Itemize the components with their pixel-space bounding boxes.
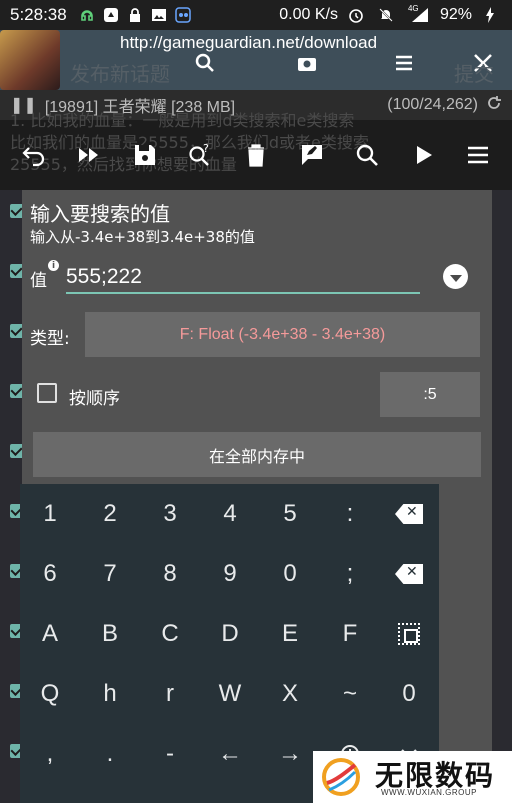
select-all-icon — [398, 623, 420, 645]
select-all-key[interactable] — [379, 604, 439, 664]
clear-icon — [395, 564, 423, 584]
image-icon — [151, 7, 167, 23]
key-x[interactable]: X — [260, 664, 320, 724]
key-comma[interactable]: , — [20, 724, 80, 784]
search-help-icon[interactable]: ? — [187, 142, 213, 168]
main-toolbar: ? — [0, 130, 512, 180]
status-bar: 5:28:38 0.00 K/s 4G 92% — [0, 0, 512, 30]
dialog-subtitle: 输入从-3.4e+38到3.4e+38的值 — [30, 228, 255, 246]
key-e[interactable]: E — [260, 604, 320, 664]
key-period[interactable]: . — [80, 724, 140, 784]
site-watermark: 无限数码 WWW.WUXIAN.GROUP — [313, 751, 512, 803]
key-6[interactable]: 6 — [20, 544, 80, 604]
backspace-key[interactable] — [379, 484, 439, 544]
clear-key[interactable] — [379, 544, 439, 604]
key-d[interactable]: D — [200, 604, 260, 664]
key-minus[interactable]: - — [140, 724, 200, 784]
edit-comment-icon[interactable] — [299, 142, 325, 168]
search-value-input[interactable] — [66, 262, 420, 294]
search-icon[interactable] — [354, 142, 380, 168]
key-colon[interactable]: : — [320, 484, 380, 544]
list-icon[interactable] — [393, 52, 415, 78]
fast-forward-icon[interactable] — [76, 142, 102, 168]
play-icon[interactable] — [410, 142, 436, 168]
step-field[interactable]: :5 — [380, 372, 480, 417]
dialog-title: 输入要搜索的值 — [30, 202, 170, 226]
key-0-alt[interactable]: 0 — [379, 664, 439, 724]
signal-label: 4G — [407, 4, 419, 13]
key-r[interactable]: r — [140, 664, 200, 724]
key-h[interactable]: h — [80, 664, 140, 724]
camera-icon[interactable] — [296, 52, 318, 78]
headset-icon — [79, 7, 95, 23]
status-time: 5:28:38 — [10, 5, 67, 24]
memory-region-button[interactable]: 在全部内存中 — [33, 432, 481, 477]
key-4[interactable]: 4 — [200, 484, 260, 544]
battery-level: 92% — [439, 6, 472, 23]
network-speed: 0.00 K/s — [279, 6, 338, 23]
note-line: 1. 比如我的血量：一般是用到d类搜索和e类搜索 — [10, 111, 355, 130]
key-7[interactable]: 7 — [80, 544, 140, 604]
lock-icon — [127, 7, 143, 23]
signal-icon: 4G — [407, 4, 430, 23]
type-select[interactable]: F: Float (-3.4e+38 - 3.4e+38) — [85, 312, 480, 357]
key-8[interactable]: 8 — [140, 544, 200, 604]
svg-text:?: ? — [203, 142, 209, 155]
watermark-url: WWW.WUXIAN.GROUP — [381, 788, 477, 797]
in-order-checkbox[interactable] — [37, 383, 57, 403]
key-9[interactable]: 9 — [200, 544, 260, 604]
key-3[interactable]: 3 — [140, 484, 200, 544]
key-c[interactable]: C — [140, 604, 200, 664]
key-tilde[interactable]: ~ — [320, 664, 380, 724]
key-5[interactable]: 5 — [260, 484, 320, 544]
background-title: 发布新话题 — [70, 62, 170, 86]
value-history-dropdown-icon[interactable] — [443, 264, 468, 289]
game-icon — [174, 7, 191, 23]
delete-icon[interactable] — [243, 142, 269, 168]
key-w[interactable]: W — [200, 664, 260, 724]
key-2[interactable]: 2 — [80, 484, 140, 544]
key-a[interactable]: A — [20, 604, 80, 664]
key-semicolon[interactable]: ; — [320, 544, 380, 604]
game-logo[interactable] — [0, 30, 60, 90]
status-right: 0.00 K/s 4G 92% — [279, 4, 502, 24]
watermark-logo-icon — [322, 758, 360, 796]
keyboard-row: A B C D E F — [20, 604, 439, 664]
app-notification-icon — [103, 7, 119, 23]
save-icon[interactable] — [132, 142, 158, 168]
type-label: 类型: — [30, 329, 70, 349]
key-1[interactable]: 1 — [20, 484, 80, 544]
value-label: 值 — [30, 271, 47, 291]
in-order-label[interactable]: 按顺序 — [69, 384, 120, 409]
key-0[interactable]: 0 — [260, 544, 320, 604]
download-url[interactable]: http://gameguardian.net/download — [120, 33, 377, 53]
key-b[interactable]: B — [80, 604, 140, 664]
key-q[interactable]: Q — [20, 664, 80, 724]
menu-icon[interactable] — [465, 142, 491, 168]
alarm-icon — [348, 7, 364, 23]
charging-icon — [482, 7, 498, 23]
background-submit[interactable]: 提交 — [454, 58, 494, 87]
info-icon[interactable]: i — [48, 260, 59, 271]
undo-icon[interactable] — [21, 142, 47, 168]
cursor-left-key[interactable]: ← — [200, 724, 260, 784]
mute-icon — [378, 7, 394, 23]
backspace-icon — [395, 504, 423, 524]
cursor-right-key[interactable]: → — [260, 724, 320, 784]
keyboard-row: Q h r W X ~ 0 — [20, 664, 439, 724]
search-icon[interactable] — [194, 52, 216, 78]
key-f[interactable]: F — [320, 604, 380, 664]
keyboard-row: 1 2 3 4 5 : — [20, 484, 439, 544]
keyboard-row: 6 7 8 9 0 ; — [20, 544, 439, 604]
